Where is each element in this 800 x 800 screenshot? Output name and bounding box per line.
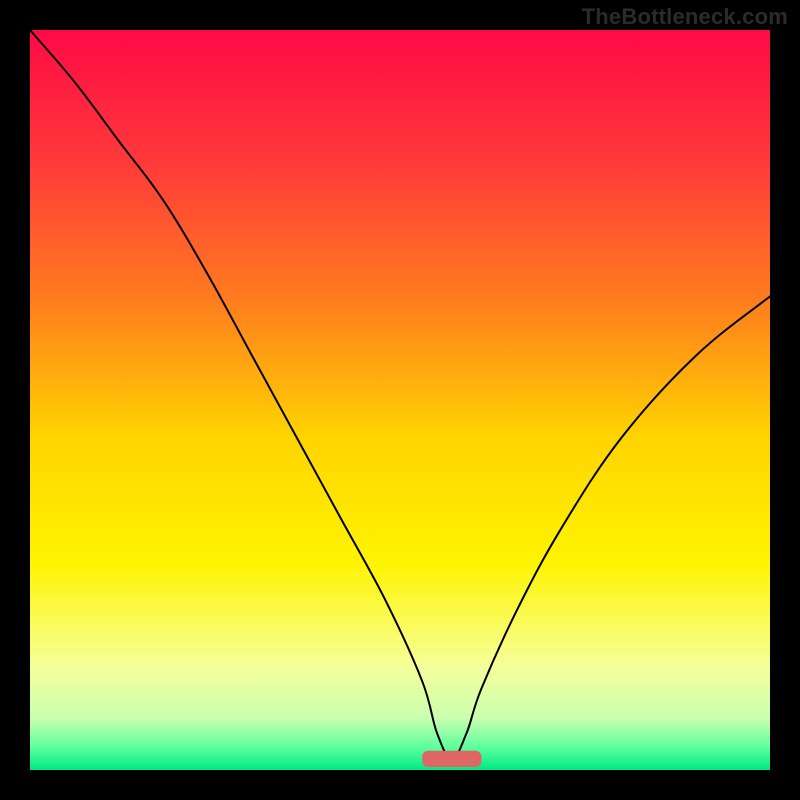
bottleneck-chart: [30, 30, 770, 770]
plot-area: [30, 30, 770, 770]
watermark-text: TheBottleneck.com: [582, 4, 788, 30]
gradient-background: [30, 30, 770, 770]
chart-frame: TheBottleneck.com: [0, 0, 800, 800]
optimal-marker: [422, 751, 481, 767]
